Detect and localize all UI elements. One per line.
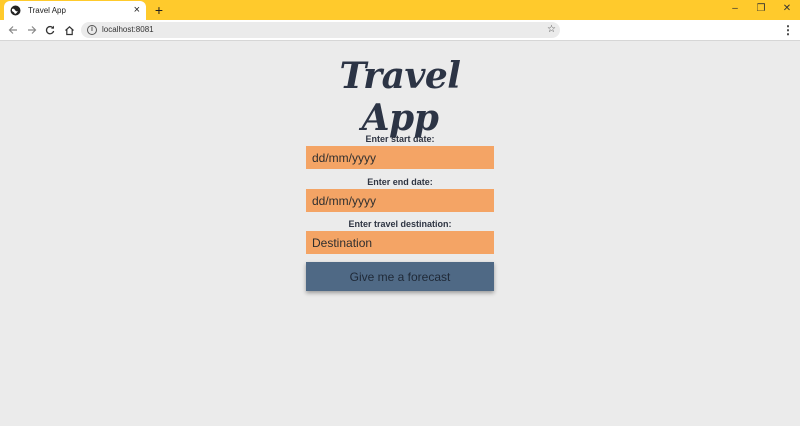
home-icon[interactable]	[61, 22, 77, 38]
end-date-input[interactable]	[306, 189, 494, 212]
back-arrow-icon[interactable]	[5, 22, 21, 38]
url-text: localhost:8081	[102, 25, 154, 34]
close-icon[interactable]: ×	[134, 5, 140, 16]
globe-icon	[10, 5, 21, 16]
forward-arrow-icon[interactable]	[24, 22, 40, 38]
page-title: Travel App	[339, 55, 461, 139]
minimize-button[interactable]: –	[722, 0, 748, 20]
address-bar[interactable]: i localhost:8081 ☆	[81, 22, 560, 38]
restore-button[interactable]: ❐	[748, 0, 774, 20]
tab-title: Travel App	[28, 6, 66, 15]
forecast-submit-button[interactable]: Give me a forecast	[306, 262, 494, 291]
close-window-button[interactable]: ✕	[774, 0, 800, 20]
info-icon[interactable]: i	[87, 25, 97, 35]
browser-tab[interactable]: Travel App ×	[4, 1, 146, 20]
start-date-input[interactable]	[306, 146, 494, 169]
destination-label: Enter travel destination:	[348, 219, 452, 229]
browser-toolbar: i localhost:8081 ☆ ⋮	[0, 20, 800, 41]
star-icon[interactable]: ☆	[547, 23, 556, 37]
browser-tab-strip: Travel App × + – ❐ ✕	[0, 0, 800, 20]
plus-icon[interactable]: +	[151, 2, 167, 18]
destination-input[interactable]	[306, 231, 494, 254]
reload-icon[interactable]	[42, 22, 58, 38]
menu-dots-icon[interactable]: ⋮	[782, 24, 794, 38]
end-date-label: Enter end date:	[367, 177, 433, 187]
start-date-label: Enter start date:	[365, 134, 435, 144]
